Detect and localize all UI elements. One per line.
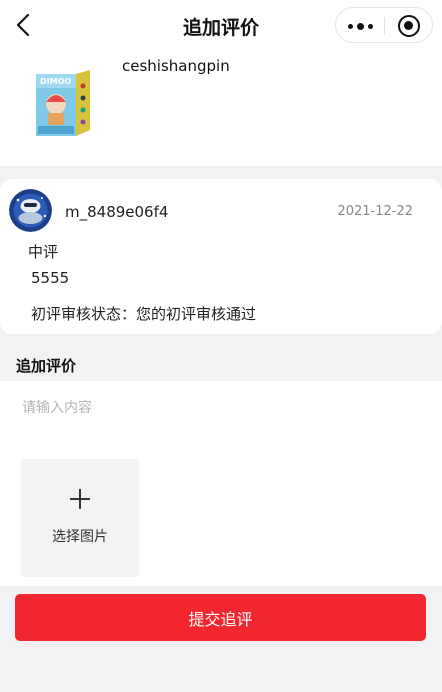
review-rating: 中评 <box>28 243 59 261</box>
review-content: 5555 <box>31 269 70 287</box>
more-dots-icon[interactable] <box>344 16 376 36</box>
avatar <box>9 189 52 232</box>
product-section: DIMOO ceshishangpin <box>0 54 442 166</box>
capsule-divider <box>384 17 385 35</box>
product-box-image[interactable]: DIMOO <box>32 68 94 138</box>
navigation-bar: 追加评价 <box>0 0 442 54</box>
image-picker-button[interactable]: 选择图片 <box>21 459 139 577</box>
add-review-panel: 选择图片 <box>0 381 442 586</box>
submit-button[interactable]: 提交追评 <box>15 594 426 641</box>
plus-icon <box>70 489 90 509</box>
review-input[interactable] <box>10 391 430 445</box>
svg-text:DIMOO: DIMOO <box>40 77 71 86</box>
review-card: m_8489e06f4 2021-12-22 中评 5555 初评审核状态：您的… <box>0 179 442 334</box>
reviewer-username: m_8489e06f4 <box>65 203 169 221</box>
image-picker-label: 选择图片 <box>52 529 108 545</box>
review-date: 2021-12-22 <box>337 204 413 219</box>
add-review-heading: 追加评价 <box>16 357 77 375</box>
mini-program-capsule <box>335 7 433 43</box>
target-circle-icon[interactable] <box>398 15 420 37</box>
product-name: ceshishangpin <box>122 57 230 75</box>
audit-status: 初评审核状态：您的初评审核通过 <box>31 305 257 323</box>
